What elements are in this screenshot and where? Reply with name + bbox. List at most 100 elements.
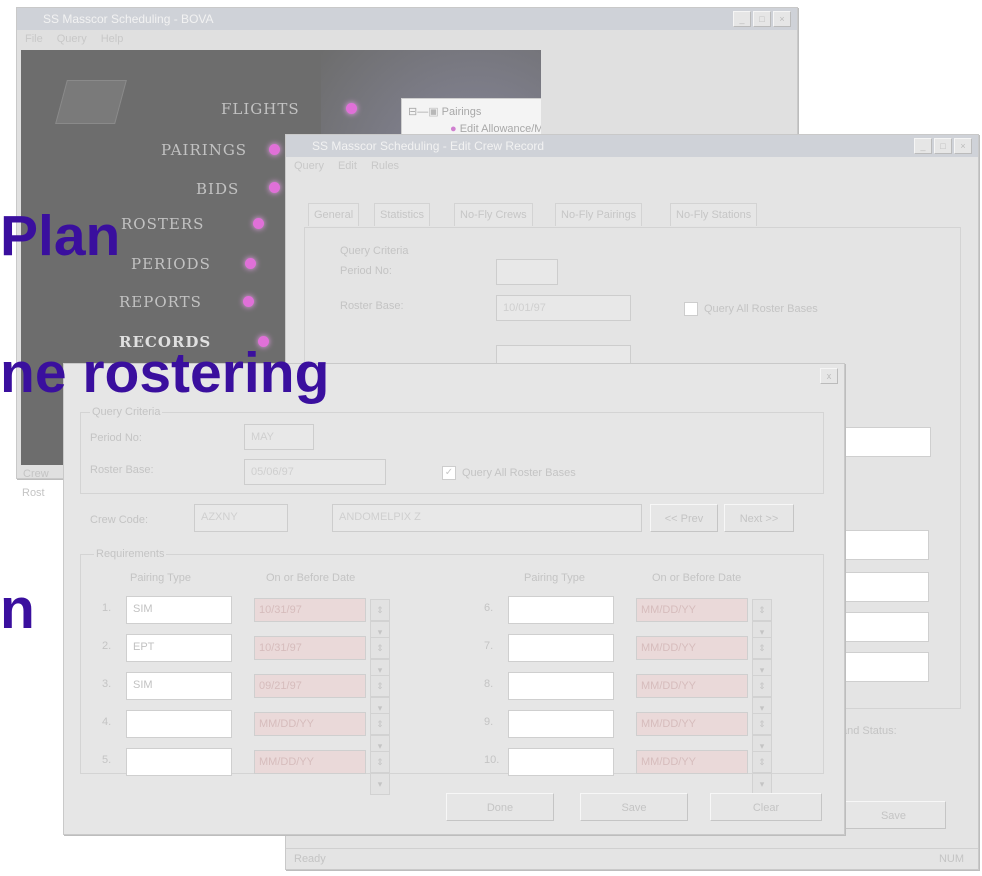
tab-no-fly-pairings[interactable]: No-Fly Pairings xyxy=(555,203,643,226)
menu-query[interactable]: Query xyxy=(294,160,324,172)
pairing-type-field[interactable] xyxy=(508,596,614,624)
on-before-date-field[interactable]: MM/DD/YY xyxy=(636,712,748,736)
spin-arrows-icon[interactable]: ⇕ xyxy=(752,637,772,659)
close-icon[interactable]: × xyxy=(773,11,791,27)
crew-text-field-3[interactable] xyxy=(841,572,929,602)
spin-arrows-icon[interactable]: ⇕ xyxy=(370,599,390,621)
crew-name-field[interactable]: ANDOMELPIX Z xyxy=(332,504,642,532)
tab-no-fly-stations[interactable]: No-Fly Stations xyxy=(670,203,758,226)
on-before-date-field[interactable]: 09/21/97 xyxy=(254,674,366,698)
close-icon[interactable]: × xyxy=(954,138,972,154)
menu-help[interactable]: Help xyxy=(101,33,124,45)
roster-base-field[interactable]: 05/06/97 xyxy=(244,459,386,485)
date-spinner[interactable]: ⇕▾ xyxy=(370,751,410,795)
edit-crew-title: SS Masscor Scheduling - Edit Crew Record xyxy=(312,139,545,153)
spin-arrows-icon[interactable]: ⇕ xyxy=(370,637,390,659)
dropdown-arrow-icon[interactable]: ▾ xyxy=(752,773,772,795)
menu-file[interactable]: File xyxy=(25,33,43,45)
tab-general[interactable]: General xyxy=(308,203,360,226)
crew-code-field[interactable]: AZXNY xyxy=(194,504,288,532)
tab-statistics[interactable]: Statistics xyxy=(374,203,431,226)
status-num: NUM xyxy=(938,853,964,865)
maximize-icon[interactable]: □ xyxy=(753,11,771,27)
spin-arrows-icon[interactable]: ⇕ xyxy=(752,713,772,735)
pairing-type-field[interactable]: EPT xyxy=(126,634,232,662)
on-before-date-field[interactable]: 10/31/97 xyxy=(254,636,366,660)
crew-text-field-2[interactable] xyxy=(841,530,929,560)
nav-reports[interactable]: REPORTS xyxy=(119,293,202,311)
status-ready: Ready xyxy=(294,853,326,865)
menu-query[interactable]: Query xyxy=(57,33,87,45)
on-before-date-field[interactable]: MM/DD/YY xyxy=(254,712,366,736)
pairing-type-field[interactable]: SIM xyxy=(126,672,232,700)
nav-pairings[interactable]: PAIRINGS xyxy=(161,141,247,159)
spin-arrows-icon[interactable]: ⇕ xyxy=(370,675,390,697)
on-before-date-field[interactable]: MM/DD/YY xyxy=(254,750,366,774)
spin-arrows-icon[interactable]: ⇕ xyxy=(752,599,772,621)
date-spinner[interactable]: ⇕▾ xyxy=(752,675,792,719)
edit-crew-menubar: Query Edit Rules xyxy=(286,157,978,175)
dropdown-arrow-icon[interactable]: ▾ xyxy=(370,773,390,795)
row-number: 8. xyxy=(484,678,494,690)
done-button[interactable]: Done xyxy=(446,793,554,821)
prev-button[interactable]: << Prev xyxy=(650,504,718,532)
date-spinner[interactable]: ⇕▾ xyxy=(752,751,792,795)
spin-arrows-icon[interactable]: ⇕ xyxy=(752,751,772,773)
date-spinner[interactable]: ⇕▾ xyxy=(370,675,410,719)
spin-arrows-icon[interactable]: ⇕ xyxy=(370,713,390,735)
save-button[interactable]: Save xyxy=(841,801,946,829)
pairing-type-field[interactable] xyxy=(126,748,232,776)
date-spinner[interactable]: ⇕▾ xyxy=(370,599,410,643)
nav-periods[interactable]: PERIODS xyxy=(131,255,211,273)
query-all-checkbox[interactable]: ✓ Query All Roster Bases xyxy=(442,466,576,480)
on-before-date-field[interactable]: MM/DD/YY xyxy=(636,636,748,660)
logo xyxy=(55,80,127,124)
on-before-date-field[interactable]: MM/DD/YY xyxy=(636,598,748,622)
date-spinner[interactable]: ⇕▾ xyxy=(370,637,410,681)
pairing-type-field[interactable] xyxy=(508,710,614,738)
period-no-field[interactable] xyxy=(496,259,558,285)
crew-text-field-4[interactable] xyxy=(841,612,929,642)
nav-flights[interactable]: FLIGHTS xyxy=(221,100,300,118)
maximize-icon[interactable]: □ xyxy=(934,138,952,154)
next-button[interactable]: Next >> xyxy=(724,504,794,532)
query-criteria-group xyxy=(80,412,824,494)
date-spinner[interactable]: ⇕▾ xyxy=(370,713,410,757)
save-button[interactable]: Save xyxy=(580,793,688,821)
col-pairing-type-right: Pairing Type xyxy=(524,572,585,584)
requirements-label: Requirements xyxy=(94,548,167,560)
pairing-type-field[interactable] xyxy=(508,634,614,662)
period-no-field[interactable]: MAY xyxy=(244,424,314,450)
date-spinner[interactable]: ⇕▾ xyxy=(752,637,792,681)
tab-strip: General Statistics No-Fly Crews No-Fly P… xyxy=(308,203,868,227)
nav-bids[interactable]: BIDS xyxy=(196,180,239,198)
on-before-date-field[interactable]: MM/DD/YY xyxy=(636,674,748,698)
roster-base-field[interactable]: 10/01/97 xyxy=(496,295,631,321)
date-spinner[interactable]: ⇕▾ xyxy=(752,713,792,757)
clear-button[interactable]: Clear xyxy=(710,793,822,821)
minimize-icon[interactable]: _ xyxy=(733,11,751,27)
close-icon[interactable]: x xyxy=(820,368,838,384)
crew-text-field-5[interactable] xyxy=(841,652,929,682)
slide-text-line1: Plan xyxy=(0,204,121,268)
tab-no-fly-crews[interactable]: No-Fly Crews xyxy=(454,203,533,226)
side-label-crew: Crew xyxy=(23,468,49,480)
date-spinner[interactable]: ⇕▾ xyxy=(752,599,792,643)
menu-edit[interactable]: Edit xyxy=(338,160,357,172)
crew-text-field-1[interactable] xyxy=(841,427,931,457)
pairing-type-field[interactable]: SIM xyxy=(126,596,232,624)
row-number: 10. xyxy=(484,754,500,766)
minimize-icon[interactable]: _ xyxy=(914,138,932,154)
on-before-date-field[interactable]: MM/DD/YY xyxy=(636,750,748,774)
tree-root[interactable]: ⊟—▣ Pairings xyxy=(408,105,481,118)
query-all-checkbox[interactable]: Query All Roster Bases xyxy=(684,302,818,316)
nav-rosters[interactable]: ROSTERS xyxy=(121,215,204,233)
pairing-type-field[interactable] xyxy=(508,748,614,776)
spin-arrows-icon[interactable]: ⇕ xyxy=(370,751,390,773)
on-before-date-field[interactable]: 10/31/97 xyxy=(254,598,366,622)
spin-arrows-icon[interactable]: ⇕ xyxy=(752,675,772,697)
nav-dot-reports xyxy=(243,296,254,307)
pairing-type-field[interactable] xyxy=(508,672,614,700)
pairing-type-field[interactable] xyxy=(126,710,232,738)
menu-rules[interactable]: Rules xyxy=(371,160,399,172)
